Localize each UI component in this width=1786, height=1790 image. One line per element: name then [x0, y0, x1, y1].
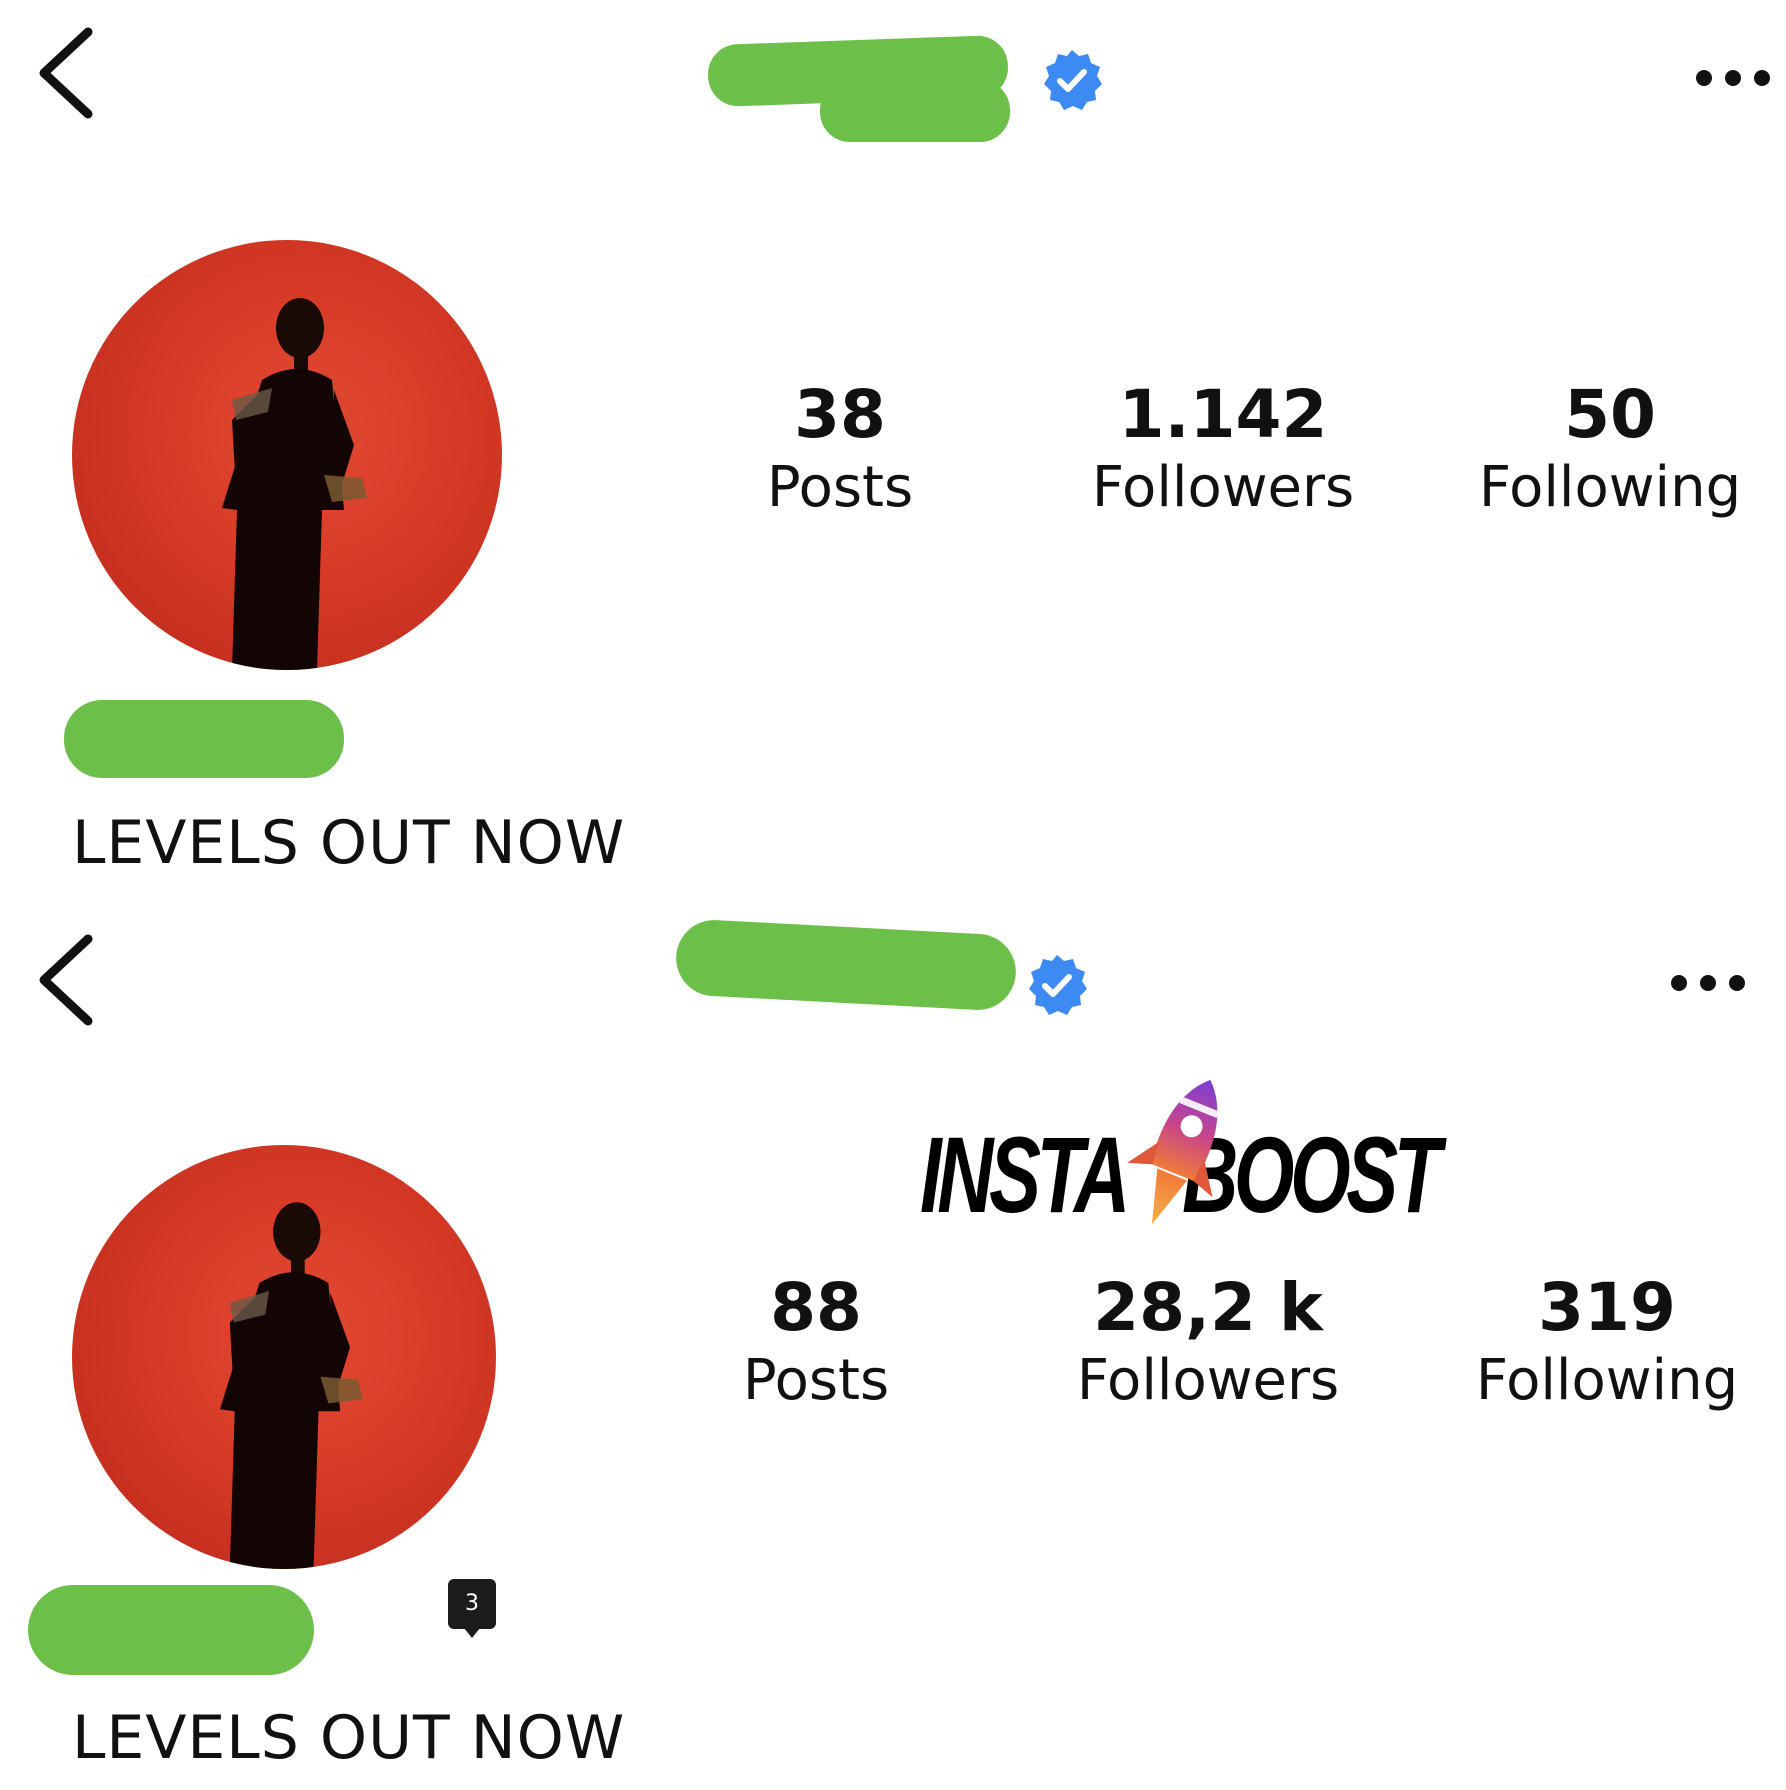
back-button[interactable] — [30, 925, 110, 1035]
instaboost-logo: INSTA BOOST — [920, 1070, 1480, 1250]
following-count: 319 — [1538, 1269, 1676, 1346]
rocket-icon — [1127, 1079, 1220, 1225]
posts-label: Posts — [766, 455, 914, 520]
more-horizontal-icon — [1696, 70, 1770, 86]
followers-count: 1.142 — [1118, 376, 1328, 453]
display-name-redaction — [64, 700, 344, 778]
notification-badge[interactable]: 3 — [448, 1579, 496, 1638]
logo-text-insta: INSTA — [920, 1114, 1130, 1235]
posts-stat[interactable]: 88 Posts — [656, 1270, 976, 1416]
username-redaction-drip — [820, 80, 1010, 142]
chevron-left-icon — [39, 934, 93, 1026]
username-redaction — [674, 918, 1018, 1012]
avatar-figure — [219, 1202, 363, 1569]
chevron-left-icon — [39, 27, 93, 119]
avatar-figure — [222, 298, 367, 670]
back-button[interactable] — [30, 18, 110, 128]
followers-stat[interactable]: 28,2 k Followers — [1048, 1270, 1368, 1416]
profile-before: 38 Posts 1.142 Followers 50 Following LE… — [0, 0, 1786, 895]
posts-count: 88 — [770, 1269, 862, 1346]
following-label: Following — [1478, 455, 1742, 520]
bio-text: LEVELS OUT NOW — [72, 808, 626, 878]
following-label: Following — [1475, 1348, 1739, 1413]
more-options-button[interactable] — [1690, 60, 1780, 100]
followers-label: Followers — [1091, 455, 1355, 520]
following-count: 50 — [1564, 376, 1656, 453]
posts-count: 38 — [794, 376, 886, 453]
following-stat[interactable]: 50 Following — [1450, 377, 1770, 523]
following-stat[interactable]: 319 Following — [1447, 1270, 1767, 1416]
display-name-redaction — [28, 1585, 314, 1675]
bio-text: LEVELS OUT NOW — [72, 1703, 626, 1773]
followers-count: 28,2 k — [1093, 1269, 1323, 1346]
avatar[interactable] — [72, 1145, 496, 1569]
verified-badge-icon — [1044, 50, 1102, 110]
avatar[interactable] — [72, 240, 502, 670]
posts-stat[interactable]: 38 Posts — [680, 377, 1000, 523]
more-options-button[interactable] — [1665, 965, 1755, 1005]
more-horizontal-icon — [1671, 975, 1745, 991]
followers-label: Followers — [1076, 1348, 1340, 1413]
followers-stat[interactable]: 1.142 Followers — [1063, 377, 1383, 523]
profile-after: 88 Posts 28,2 k Followers 319 Following … — [0, 895, 1786, 1790]
posts-label: Posts — [742, 1348, 890, 1413]
verified-badge-icon — [1029, 955, 1087, 1015]
